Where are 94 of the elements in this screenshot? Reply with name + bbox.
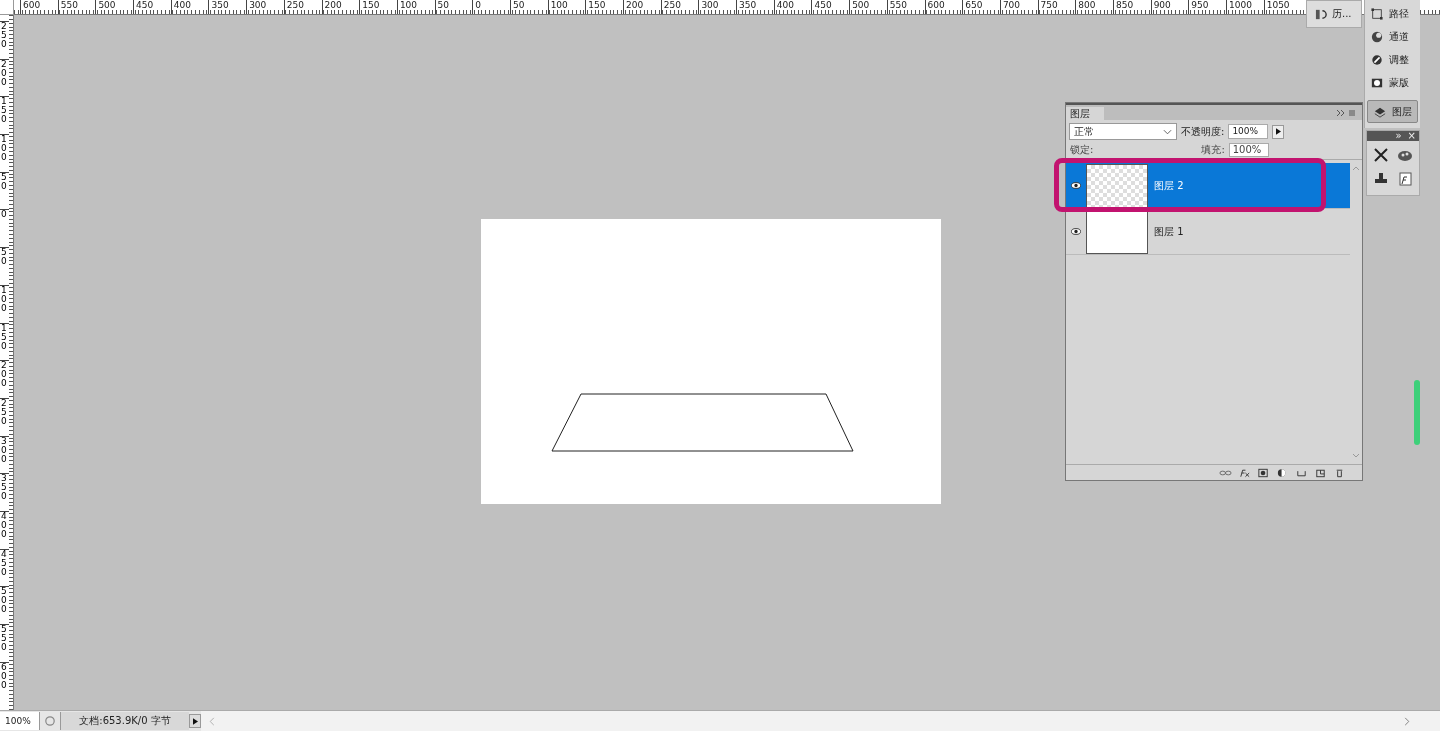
ruler-label: 0 [0,209,9,248]
ruler-label: 50 [0,247,9,285]
fx-icon[interactable] [1238,467,1251,478]
ruler-label: 300 [0,435,9,474]
new-layer-icon[interactable] [1314,467,1327,478]
ruler-label: 550 [0,624,9,662]
layer-row[interactable]: 图层 1 [1066,209,1350,255]
ruler-label: 550 [57,0,96,14]
ruler-label: 500 [95,0,134,14]
panel-tab[interactable]: 路径 [1365,2,1420,25]
history-label: 历... [1332,7,1352,21]
panel-menu-icon[interactable] [1334,109,1358,117]
ruler-label: 250 [0,397,9,436]
ruler-label: 150 [585,0,623,14]
ruler-label: 400 [170,0,209,14]
ruler-label: 1050 [1263,0,1302,14]
caret-icon [1163,128,1172,135]
ruler-label: 400 [0,510,9,549]
ruler-label: 250 [660,0,699,14]
eye-icon[interactable] [1071,228,1081,235]
zoom-level[interactable]: 100% [0,712,40,730]
ruler-label: 100 [396,0,435,14]
opacity-label: 不透明度: [1181,124,1225,139]
ruler-label: 100 [547,0,586,14]
ruler-label: 100 [0,134,9,172]
eye-icon[interactable] [1071,182,1081,189]
status-icon[interactable] [44,715,56,727]
collapse-button[interactable]: » [1395,131,1402,141]
ruler-label: 50 [434,0,473,14]
ruler-label: 850 [1112,0,1151,14]
blend-mode-dropdown[interactable]: 正常 [1069,123,1177,140]
opacity-slider-button[interactable] [1272,124,1285,139]
channels-icon [1371,30,1383,43]
ruler-label: 250 [283,0,322,14]
ruler-label: 750 [1037,0,1076,14]
history-icon [1315,7,1328,21]
ruler-label: 200 [0,58,9,97]
ruler-label: 1000 [1226,0,1264,14]
panel-tab[interactable]: 调整 [1365,48,1420,71]
mask-icon [1371,76,1383,89]
panel-title[interactable]: 图层 [1066,107,1104,120]
ruler-label: 150 [0,322,9,361]
ruler-label: 400 [773,0,812,14]
ruler-label: 500 [849,0,887,14]
path-icon [1371,7,1383,20]
ruler-label: 600 [924,0,963,14]
ruler-label: 800 [1075,0,1113,14]
ruler-label: 700 [999,0,1038,14]
ruler-label: 500 [0,586,9,624]
ruler-label: 200 [0,360,9,398]
ruler-label: 150 [359,0,397,14]
ruler-label: 200 [623,0,661,14]
ruler-label: 600 [0,661,9,700]
ruler-label: 200 [321,0,360,14]
ruler-label: 300 [698,0,737,14]
panel-tab[interactable]: 图层 [1367,100,1418,123]
history-tab[interactable]: 历... [1306,0,1362,28]
panel-tab[interactable]: 蒙版 [1365,71,1420,94]
scissors-icon[interactable] [1373,147,1389,163]
ruler-label: 350 [0,473,9,511]
layers-icon [1374,105,1386,118]
play-icon [192,717,198,725]
close-button[interactable]: × [1407,131,1416,141]
ruler-label: 900 [1150,0,1189,14]
ruler-label: 50 [509,0,548,14]
fx-icon[interactable] [1397,171,1413,187]
ruler-label: 100 [0,284,9,323]
mask-icon[interactable] [1257,467,1270,478]
ruler-label: 350 [208,0,247,14]
ruler-label: 600 [20,0,58,14]
ruler-label: 0 [472,0,510,14]
fill-field[interactable]: 100% [1228,143,1269,157]
ruler-label: 250 [0,21,9,59]
adjustment-icon [1371,53,1383,66]
ruler-label: 550 [886,0,925,14]
panel-tab[interactable]: 通道 [1365,25,1420,48]
document-info: 文档:653.9K/0 字节 [60,712,189,730]
opacity-field[interactable]: 100% [1228,124,1269,139]
layer-name: 图层 1 [1154,224,1184,239]
play-icon [1275,128,1281,135]
fill-label: 填充: [1201,144,1225,156]
ruler-label: 150 [0,96,9,135]
ruler-label: 650 [962,0,1000,14]
lock-label: 锁定: [1070,144,1094,156]
ruler-label: 450 [0,548,9,587]
ruler-label: 350 [736,0,774,14]
ruler-label: 450 [133,0,171,14]
ruler-label: 50 [0,171,9,210]
ruler-label: 300 [246,0,284,14]
ruler-label: 950 [1188,0,1226,14]
layer-name: 图层 2 [1154,178,1184,193]
layer-row[interactable]: 图层 2 [1066,163,1350,209]
status-menu-button[interactable] [189,714,201,728]
ruler-label: 450 [811,0,850,14]
